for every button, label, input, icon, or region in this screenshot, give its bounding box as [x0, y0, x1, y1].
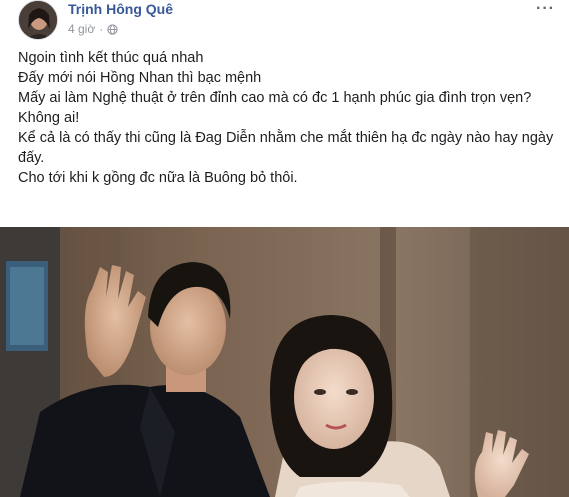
- post-timestamp[interactable]: 4 giờ: [68, 22, 95, 36]
- globe-icon[interactable]: [107, 23, 118, 35]
- more-options-icon[interactable]: ···: [536, 0, 555, 18]
- post-line: Kể cả là có thấy thi cũng là Đag Diễn nh…: [18, 130, 554, 166]
- author-avatar[interactable]: [18, 0, 58, 40]
- post-line: Không ai!: [18, 110, 80, 126]
- post-text: Ngoin tình kết thúc quá nhah Đấy mới nói…: [18, 48, 558, 188]
- post-meta: 4 giờ ·: [68, 22, 118, 36]
- post-line: Đấy mới nói Hồng Nhan thì bạc mệnh: [18, 70, 262, 86]
- meta-separator: ·: [99, 22, 104, 36]
- post-line: Cho tới khi k gồng đc nữa là Buông bỏ th…: [18, 170, 298, 186]
- post-photo[interactable]: [0, 227, 569, 497]
- post-line: Ngoin tình kết thúc quá nhah: [18, 50, 204, 66]
- post-header: Trịnh Hông Quê 4 giờ · ···: [0, 0, 569, 42]
- author-name[interactable]: Trịnh Hông Quê: [68, 1, 173, 17]
- facebook-post: Trịnh Hông Quê 4 giờ · ··· Ngoin tình kế…: [0, 0, 569, 497]
- post-line: Mấy ai làm Nghệ thuật ở trên đỉnh cao mà…: [18, 90, 532, 106]
